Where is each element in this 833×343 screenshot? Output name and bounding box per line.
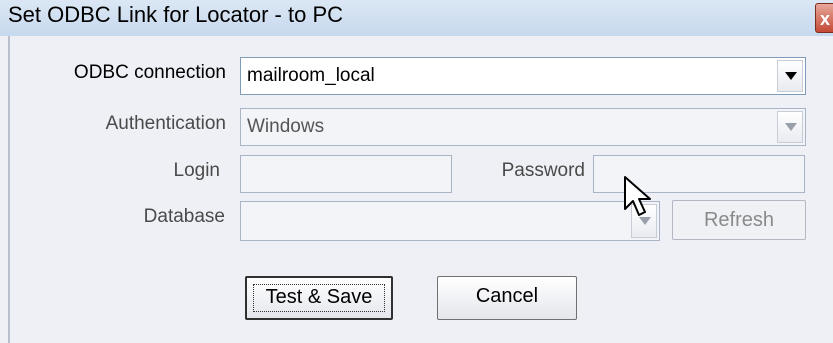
cancel-button[interactable]: Cancel (437, 276, 577, 320)
chevron-down-icon[interactable] (777, 111, 803, 143)
mouse-pointer-icon (623, 175, 653, 228)
login-label: Login (173, 160, 221, 181)
login-input[interactable] (240, 155, 452, 193)
chevron-down-icon[interactable] (777, 60, 803, 92)
dialog-border (8, 36, 10, 343)
refresh-button[interactable]: Refresh (672, 200, 806, 240)
odbc-connection-select[interactable]: mailroom_local (240, 57, 806, 95)
authentication-label: Authentication (105, 113, 226, 134)
title-bar[interactable]: Set ODBC Link for Locator - to PC x (0, 0, 833, 36)
close-icon: x (820, 9, 831, 29)
odbc-connection-label: ODBC connection (73, 62, 226, 83)
password-label: Password (501, 160, 585, 181)
window-title: Set ODBC Link for Locator - to PC (8, 2, 344, 27)
odbc-connection-value: mailroom_local (247, 65, 375, 86)
authentication-value: Windows (247, 116, 325, 137)
authentication-select[interactable]: Windows (240, 108, 806, 146)
database-label: Database (143, 206, 225, 227)
test-save-button[interactable]: Test & Save (245, 276, 393, 320)
close-button[interactable]: x (815, 3, 833, 33)
database-select[interactable] (240, 201, 660, 241)
